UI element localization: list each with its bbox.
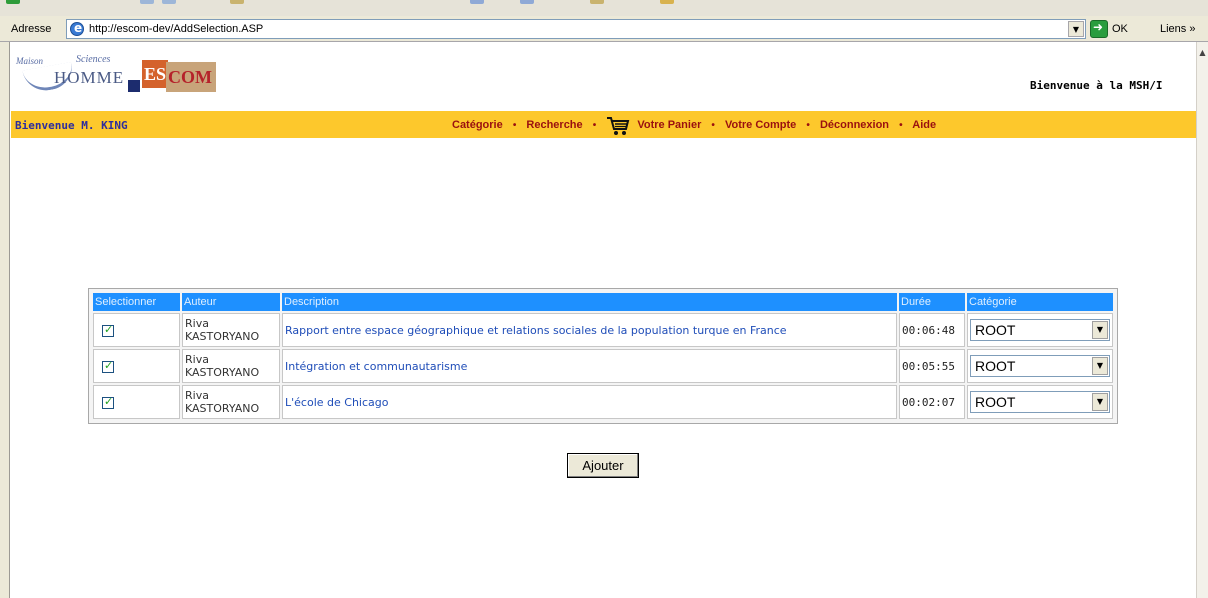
- nav-item-recherche[interactable]: Recherche: [526, 119, 582, 131]
- nav-separator: •: [806, 120, 810, 131]
- nav-menu: Catégorie • Recherche • Votre Panier • V…: [452, 117, 936, 136]
- site-logo[interactable]: Maison Sciences HOMME ES COM: [14, 52, 216, 100]
- ie-page-icon: [70, 21, 84, 36]
- address-bar: Adresse http://escom-dev/AddSelection.AS…: [0, 16, 1208, 42]
- category-select-value[interactable]: ROOT: [975, 322, 1015, 338]
- description-cell: Intégration et communautarisme: [282, 349, 897, 383]
- description-cell: Rapport entre espace géographique et rel…: [282, 313, 897, 347]
- author-first-name: Riva: [185, 389, 209, 402]
- go-button[interactable]: OK: [1090, 20, 1148, 38]
- viewport-frame: [0, 42, 10, 598]
- toolbar-icon[interactable]: [140, 0, 154, 4]
- author-last-name: KASTORYANO: [185, 402, 260, 415]
- duration-cell: 00:05:55: [899, 349, 965, 383]
- category-cell: ROOT ▼: [967, 385, 1113, 419]
- category-select[interactable]: ROOT ▼: [970, 391, 1110, 413]
- cart-icon[interactable]: [606, 115, 630, 137]
- toolbar-icon[interactable]: [470, 0, 484, 4]
- nav-item-compte[interactable]: Votre Compte: [725, 119, 796, 131]
- chevron-down-icon[interactable]: ▼: [1068, 21, 1084, 37]
- user-welcome: Bienvenue M. KING: [15, 119, 128, 132]
- description-link[interactable]: Rapport entre espace géographique et rel…: [285, 324, 787, 337]
- category-select-value[interactable]: ROOT: [975, 358, 1015, 374]
- url-input[interactable]: http://escom-dev/AddSelection.ASP ▼: [66, 19, 1086, 39]
- select-cell: [93, 385, 180, 419]
- nav-item-panier[interactable]: Votre Panier: [637, 119, 701, 131]
- category-select[interactable]: ROOT ▼: [970, 319, 1110, 341]
- escom-logo-es: ES: [142, 60, 168, 88]
- category-cell: ROOT ▼: [967, 349, 1113, 383]
- description-cell: L'école de Chicago: [282, 385, 897, 419]
- logo-text-maison: Maison: [16, 56, 43, 66]
- logo-square: [128, 80, 140, 92]
- checkbox-checked-icon[interactable]: [102, 323, 114, 337]
- browser-toolbar-strip: [0, 0, 1208, 16]
- author-cell: Riva KASTORYANO: [182, 385, 280, 419]
- description-link[interactable]: Intégration et communautarisme: [285, 360, 467, 373]
- address-label: Adresse: [11, 23, 52, 35]
- dropdown-arrow-icon[interactable]: ▼: [1092, 393, 1108, 411]
- category-select[interactable]: ROOT ▼: [970, 355, 1110, 377]
- nav-separator: •: [899, 120, 903, 131]
- go-arrow-icon[interactable]: [1090, 20, 1108, 38]
- add-button[interactable]: Ajouter: [567, 453, 639, 478]
- nav-bar: Bienvenue M. KING Catégorie • Recherche …: [11, 111, 1196, 138]
- column-header-description: Description: [282, 293, 897, 311]
- duration-cell: 00:02:07: [899, 385, 965, 419]
- toolbar-icon[interactable]: [660, 0, 674, 4]
- nav-separator: •: [711, 120, 715, 131]
- author-cell: Riva KASTORYANO: [182, 349, 280, 383]
- select-cell: [93, 313, 180, 347]
- duration-cell: 00:06:48: [899, 313, 965, 347]
- author-last-name: KASTORYANO: [185, 330, 260, 343]
- go-label[interactable]: OK: [1112, 23, 1128, 35]
- author-last-name: KASTORYANO: [185, 366, 260, 379]
- vertical-scrollbar[interactable]: ▲: [1196, 42, 1208, 598]
- nav-separator: •: [512, 120, 517, 131]
- nav-item-aide[interactable]: Aide: [912, 119, 936, 131]
- table-header-row: Selectionner Auteur Description Durée Ca…: [93, 293, 1113, 311]
- escom-logo: ES COM: [142, 60, 216, 94]
- escom-logo-com: COM: [166, 62, 216, 92]
- nav-item-deconnexion[interactable]: Déconnexion: [820, 119, 889, 131]
- toolbar-icon[interactable]: [520, 0, 534, 4]
- logo-text-homme: HOMME: [54, 68, 125, 87]
- table-row: Riva KASTORYANO L'école de Chicago 00:02…: [93, 385, 1113, 419]
- url-text[interactable]: http://escom-dev/AddSelection.ASP: [89, 23, 263, 35]
- selection-table: Selectionner Auteur Description Durée Ca…: [91, 291, 1115, 421]
- checkbox-checked-icon[interactable]: [102, 395, 114, 409]
- author-first-name: Riva: [185, 317, 209, 330]
- nav-item-categorie[interactable]: Catégorie: [452, 119, 503, 131]
- checkbox-checked-icon[interactable]: [102, 359, 114, 373]
- selection-table-container: Selectionner Auteur Description Durée Ca…: [88, 288, 1118, 424]
- select-cell: [93, 349, 180, 383]
- site-welcome-text: Bienvenue à la MSH/I: [1030, 79, 1163, 92]
- author-first-name: Riva: [185, 353, 209, 366]
- column-header-selectionner: Selectionner: [93, 293, 180, 311]
- column-header-auteur: Auteur: [182, 293, 280, 311]
- logo-text-sciences: Sciences: [76, 54, 111, 65]
- dropdown-arrow-icon[interactable]: ▼: [1092, 357, 1108, 375]
- toolbar-icon[interactable]: [162, 0, 176, 4]
- category-cell: ROOT ▼: [967, 313, 1113, 347]
- column-header-duree: Durée: [899, 293, 965, 311]
- description-link[interactable]: L'école de Chicago: [285, 396, 388, 409]
- links-menu[interactable]: Liens »: [1160, 23, 1195, 35]
- category-select-value[interactable]: ROOT: [975, 394, 1015, 410]
- nav-separator: •: [592, 120, 597, 131]
- scroll-up-icon[interactable]: ▲: [1197, 48, 1208, 60]
- back-button-icon[interactable]: [6, 0, 20, 4]
- toolbar-icon[interactable]: [230, 0, 244, 4]
- dropdown-arrow-icon[interactable]: ▼: [1092, 321, 1108, 339]
- toolbar-icon[interactable]: [590, 0, 604, 4]
- table-row: Riva KASTORYANO Rapport entre espace géo…: [93, 313, 1113, 347]
- table-row: Riva KASTORYANO Intégration et communaut…: [93, 349, 1113, 383]
- author-cell: Riva KASTORYANO: [182, 313, 280, 347]
- column-header-categorie: Catégorie: [967, 293, 1113, 311]
